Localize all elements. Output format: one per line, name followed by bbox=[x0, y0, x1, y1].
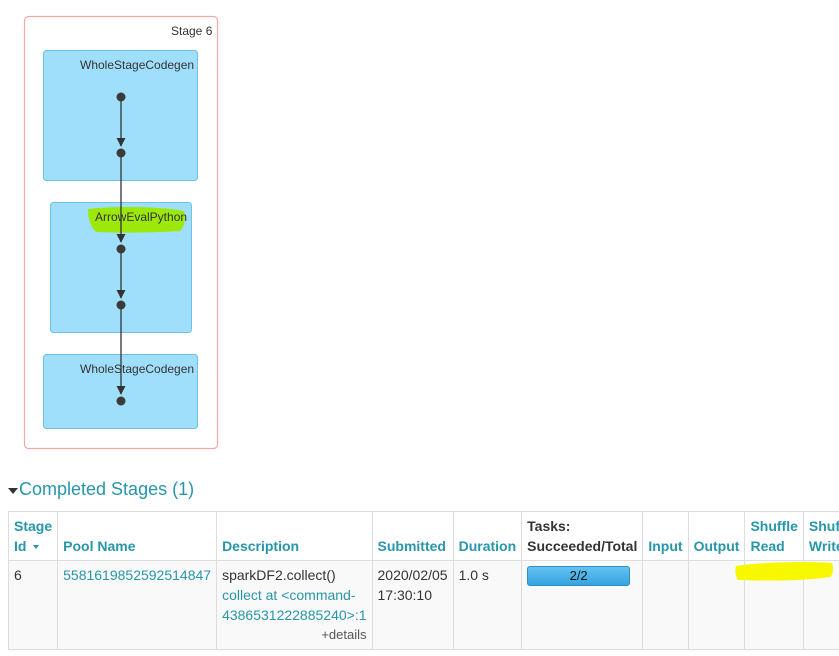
column-header-input[interactable]: Input bbox=[642, 511, 689, 561]
stage-label: Stage 6 bbox=[171, 24, 213, 38]
table-row: 6 5581619852592514847 sparkDF2.collect()… bbox=[7, 560, 839, 650]
cell-description: sparkDF2.collect() collect at <command- … bbox=[216, 560, 373, 650]
cell-pool-name: 5581619852592514847 bbox=[57, 560, 218, 650]
column-header-stage-id[interactable]: Stage Id bbox=[7, 511, 59, 561]
completed-stages-title: Completed Stages (1) bbox=[19, 479, 195, 499]
column-header-text: Read bbox=[750, 538, 785, 554]
submitted-date: 2020/02/05 bbox=[377, 567, 448, 583]
column-header-text: Id bbox=[14, 538, 27, 554]
column-header-pool-name[interactable]: Pool Name bbox=[57, 511, 218, 561]
stage-detail-link-text: collect at <command- bbox=[222, 587, 356, 603]
pool-name-link[interactable]: 5581619852592514847 bbox=[63, 567, 211, 583]
dag-node[interactable] bbox=[116, 244, 126, 254]
dag-visualization: Stage 6 WholeStageCodegen ArrowEvalPytho… bbox=[0, 0, 300, 460]
cluster-label-arrowevalpython: ArrowEvalPython bbox=[95, 210, 188, 224]
column-header-duration[interactable]: Duration bbox=[452, 511, 523, 561]
dag-node[interactable] bbox=[116, 92, 126, 102]
details-toggle[interactable]: +details bbox=[222, 625, 366, 645]
column-header-text: Succeeded/Total bbox=[527, 538, 638, 554]
cluster-label-wholestagecodegen-2: WholeStageCodegen bbox=[80, 362, 195, 376]
column-header-text: Shuffle bbox=[750, 518, 798, 534]
caret-down-icon bbox=[8, 487, 18, 494]
stage-detail-link[interactable]: collect at <command- 4386531222885240>:1 bbox=[222, 585, 366, 625]
column-header-shuffle-read[interactable]: Shuffle Read bbox=[744, 511, 804, 561]
cluster-label-wholestagecodegen-1: WholeStageCodegen bbox=[80, 58, 195, 72]
column-header-description[interactable]: Description bbox=[216, 511, 373, 561]
tasks-progress-bar: 2/2 bbox=[527, 566, 631, 586]
cell-duration: 1.0 s bbox=[452, 560, 523, 650]
column-header-output[interactable]: Output bbox=[687, 511, 746, 561]
dag-node[interactable] bbox=[116, 148, 126, 158]
submitted-time: 17:30:10 bbox=[377, 587, 433, 603]
column-header-shuffle-write[interactable]: Shuffle Write bbox=[802, 511, 839, 561]
completed-stages-table: Stage Id Pool Name Description Submitted… bbox=[7, 511, 839, 650]
dag-node[interactable] bbox=[116, 396, 126, 406]
column-header-text: Stage bbox=[14, 518, 53, 534]
cell-stage-id: 6 bbox=[7, 560, 59, 650]
description-text: sparkDF2.collect() bbox=[222, 567, 336, 583]
cell-submitted: 2020/02/05 17:30:10 bbox=[371, 560, 454, 650]
column-header-text: Tasks: bbox=[527, 518, 571, 534]
column-header-tasks: Tasks: Succeeded/Total bbox=[521, 511, 644, 561]
dag-node[interactable] bbox=[116, 300, 126, 310]
sort-desc-icon bbox=[33, 545, 40, 550]
column-header-text: Write bbox=[808, 538, 839, 554]
column-header-submitted[interactable]: Submitted bbox=[371, 511, 454, 561]
yellow-highlight-mark bbox=[735, 562, 834, 581]
completed-stages-toggle[interactable]: Completed Stages (1) bbox=[8, 479, 194, 500]
stage-detail-link-text: 4386531222885240>:1 bbox=[222, 607, 367, 623]
cell-input bbox=[642, 560, 689, 650]
column-header-text: Shuffle bbox=[808, 518, 839, 534]
cell-tasks: 2/2 bbox=[521, 560, 644, 650]
